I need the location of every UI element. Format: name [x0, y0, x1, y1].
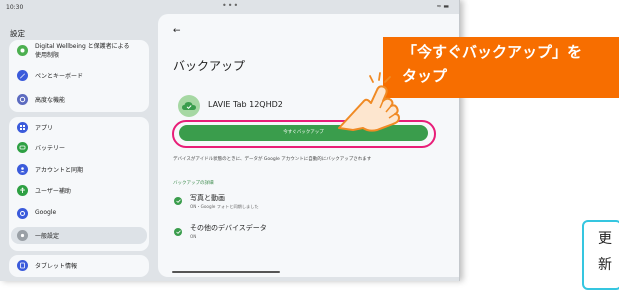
note-box: 更 新	[582, 220, 619, 290]
apps-icon	[17, 122, 28, 133]
account-icon	[17, 164, 28, 175]
sidebar-item-label: アプリ	[35, 125, 54, 132]
settings-icon	[17, 230, 28, 241]
sidebar-item-label: ユーザー補助	[35, 188, 71, 195]
instruction-callout: 「今すぐバックアップ」を タップ	[383, 37, 619, 98]
sidebar-item-google[interactable]: Google	[17, 207, 147, 221]
device-name: LAVIE Tab 12QHD2	[208, 100, 283, 109]
accessibility-icon	[17, 185, 28, 196]
device-cloud-icon	[178, 95, 200, 117]
gear-icon	[17, 94, 28, 105]
sidebar-item-battery[interactable]: バッテリー	[17, 141, 147, 155]
pointing-hand-icon	[338, 72, 400, 132]
battery-icon	[17, 142, 28, 153]
backup-row-subtitle-device-data: ON	[190, 234, 197, 239]
wellbeing-icon	[17, 45, 28, 56]
sidebar-item-label-line2: 使用制限	[35, 52, 60, 59]
note-box-line-2: 新	[598, 257, 612, 273]
page-title: バックアップ	[173, 59, 246, 73]
callout-line-2: タップ	[402, 67, 448, 85]
home-bar[interactable]	[172, 271, 280, 273]
settings-title: 設定	[10, 29, 25, 38]
sidebar-item-digital-wellbeing[interactable]: Digital Wellbeing と保護者による 使用制限	[17, 40, 147, 62]
tablet-icon	[17, 260, 28, 271]
sidebar-item-general-settings[interactable]: 一般設定	[11, 227, 147, 244]
sidebar-item-label: Digital Wellbeing と保護者による	[35, 43, 130, 50]
sidebar-item-label: タブレット情報	[35, 263, 78, 270]
multitask-dots-icon[interactable]: •••	[222, 1, 239, 10]
callout-line-1: 「今すぐバックアップ」を	[402, 43, 583, 61]
google-icon	[17, 208, 28, 219]
sidebar-item-label: 一般設定	[35, 233, 60, 240]
backup-row-title-photos[interactable]: 写真と動画	[190, 193, 225, 203]
status-bar: 10:30 ••• ≈ ▬	[0, 0, 459, 14]
sidebar-item-label: バッテリー	[35, 145, 66, 152]
status-time: 10:30	[6, 4, 24, 11]
sidebar-item-advanced-features[interactable]: 高度な機能	[17, 93, 147, 107]
sidebar-item-tablet-info[interactable]: タブレット情報	[17, 259, 147, 273]
sidebar-item-label: アカウントと同期	[35, 167, 84, 174]
back-arrow-icon[interactable]: ←	[173, 26, 181, 36]
sidebar-item-accounts-sync[interactable]: アカウントと同期	[17, 163, 147, 177]
wifi-battery-icon: ≈ ▬	[436, 3, 449, 10]
pen-icon	[17, 70, 28, 81]
check-circle-icon	[174, 228, 182, 236]
sidebar-item-label: Google	[35, 209, 57, 216]
sidebar-item-apps[interactable]: アプリ	[17, 121, 147, 135]
backup-description: デバイスがアイドル状態のときに、データが Google アカウントに自動的にバッ…	[173, 157, 372, 162]
sidebar-item-pen-keyboard[interactable]: ペンとキーボード	[17, 69, 147, 83]
sidebar-item-label: ペンとキーボード	[35, 73, 84, 80]
check-circle-icon	[174, 197, 182, 205]
backup-row-title-device-data[interactable]: その他のデバイスデータ	[190, 223, 267, 233]
note-box-line-1: 更	[598, 231, 612, 247]
backup-row-subtitle-photos: ON・Google フォトと同期しました	[190, 204, 259, 209]
sidebar-item-accessibility[interactable]: ユーザー補助	[17, 184, 147, 198]
sidebar-item-label: 高度な機能	[35, 97, 66, 104]
section-label-backup-details: バックアップの詳細	[173, 181, 214, 186]
